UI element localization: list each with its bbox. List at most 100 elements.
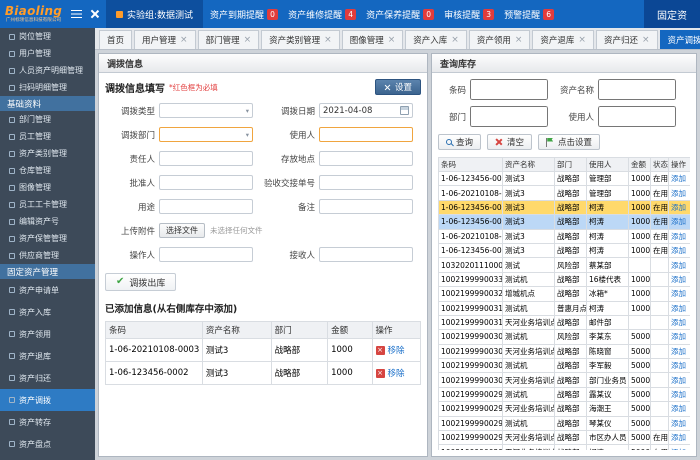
sidebar-item[interactable]: 资产盘点 bbox=[0, 433, 95, 455]
tab[interactable]: 资产领用 × bbox=[468, 30, 531, 49]
search-input[interactable] bbox=[598, 79, 676, 100]
tab[interactable]: 资产退库 × bbox=[532, 30, 594, 49]
tab-close-icon[interactable]: × bbox=[578, 35, 586, 45]
add-link[interactable]: 添加 bbox=[671, 275, 686, 284]
top-menu-item[interactable]: 资产到期提醒 0 bbox=[210, 8, 279, 21]
menu-icon[interactable] bbox=[71, 9, 82, 19]
date-input[interactable]: 2021-04-08 bbox=[319, 103, 413, 118]
tab[interactable]: 首页 bbox=[99, 30, 133, 49]
add-link[interactable]: 添加 bbox=[671, 448, 686, 450]
tab[interactable]: 资产归还 × bbox=[595, 30, 658, 49]
sidebar-item[interactable]: 资产调拨 bbox=[0, 389, 95, 411]
add-link[interactable]: 添加 bbox=[671, 390, 686, 399]
add-link[interactable]: 添加 bbox=[671, 419, 686, 428]
search-input[interactable] bbox=[470, 106, 548, 127]
search-input[interactable] bbox=[470, 79, 548, 100]
table-row[interactable]: 1002199990029 测试机 战略部 露某议 5000 添加 bbox=[438, 386, 690, 403]
add-link[interactable]: 添加 bbox=[671, 203, 686, 212]
search-input[interactable] bbox=[598, 106, 676, 127]
sidebar-item[interactable]: 员工管理 bbox=[0, 128, 95, 145]
form-input[interactable] bbox=[319, 175, 413, 190]
workspace-tab[interactable]: 实验组:数据测试 bbox=[106, 0, 204, 28]
sidebar-section-header[interactable]: 基础资料 bbox=[0, 96, 95, 111]
query-button[interactable]: 查询 bbox=[438, 134, 482, 150]
form-input[interactable] bbox=[319, 199, 413, 214]
tab-close-icon[interactable]: × bbox=[515, 35, 523, 45]
remove-button[interactable]: × 移除 bbox=[375, 367, 405, 379]
table-row[interactable]: 1002199990030 天河业务培训点 战略部 陈晓窗 5000 添加 bbox=[438, 343, 690, 360]
table-row[interactable]: 1002199990031 天河业务培训点 战略部 邮件部 添加 bbox=[438, 314, 690, 331]
table-row[interactable]: 1002199990029 天河业务培训点 战略部 海潮王 5000 添加 bbox=[438, 401, 690, 417]
table-row[interactable]: 1002199990029 天河业务培训点 战略部 市区办人员 5000 在用 添加 bbox=[438, 430, 690, 446]
table-row[interactable]: 1002199990029 测试机 战略部 琴某仪 5000 添加 bbox=[438, 415, 690, 432]
add-link[interactable]: 添加 bbox=[671, 261, 686, 270]
add-link[interactable]: 添加 bbox=[671, 246, 686, 255]
sidebar-item[interactable]: 资产申请单 bbox=[0, 279, 95, 301]
form-input[interactable] bbox=[159, 199, 253, 214]
sidebar-item[interactable]: 资产退库 bbox=[0, 345, 95, 367]
tab-close-icon[interactable]: × bbox=[324, 35, 332, 45]
close-icon[interactable] bbox=[89, 9, 99, 19]
sidebar-item[interactable]: 资产入库 bbox=[0, 301, 95, 323]
sidebar-item[interactable]: 资产领用 bbox=[0, 323, 95, 345]
table-row[interactable]: 1002199990033 测试机 战略部 16楼代表 1000 添加 bbox=[438, 271, 690, 288]
table-row[interactable]: 1-06-20210108-0 测试3 战略部 柯涛 1000 在用 添加 bbox=[438, 228, 690, 244]
add-link[interactable]: 添加 bbox=[671, 404, 686, 413]
tab[interactable]: 资产调拨 bbox=[659, 30, 700, 49]
sidebar-item[interactable]: 岗位管理 bbox=[0, 28, 95, 45]
tab[interactable]: 部门管理 × bbox=[197, 30, 260, 49]
sidebar-item[interactable]: 用户管理 bbox=[0, 45, 95, 62]
tab-close-icon[interactable]: × bbox=[451, 35, 459, 45]
table-row[interactable]: 1002199990030 测试机 风险部 李某东 5000 添加 bbox=[438, 329, 690, 345]
click-settings-button[interactable]: 点击设置 bbox=[538, 134, 601, 150]
table-row[interactable]: 10320201110007 测试 风险部 蔡某部 添加 bbox=[438, 257, 690, 273]
tab-close-icon[interactable]: × bbox=[180, 35, 188, 45]
sidebar-item[interactable]: 资产转存 bbox=[0, 411, 95, 433]
sidebar-section-header[interactable]: 固定资产管理 bbox=[0, 264, 95, 279]
tab-close-icon[interactable]: × bbox=[642, 35, 650, 45]
table-row[interactable]: 1-06-123456-000 测试3 战略部 柯涛 1000 在用 添加 bbox=[438, 242, 690, 259]
table-row[interactable]: 1-06-123456-000 测试3 战略部 管理部 1000 在用 添加 bbox=[438, 170, 690, 187]
sidebar-item[interactable]: 编辑资产号 bbox=[0, 213, 95, 230]
form-input[interactable] bbox=[319, 151, 413, 166]
add-link[interactable]: 添加 bbox=[671, 318, 686, 327]
transfer-out-button[interactable]: ✔ 调拨出库 bbox=[105, 273, 177, 291]
add-link[interactable]: 添加 bbox=[671, 232, 686, 241]
choose-file-button[interactable]: 选择文件 bbox=[159, 223, 205, 238]
form-select[interactable]: ▾ bbox=[159, 127, 253, 142]
form-select[interactable]: ▾ bbox=[159, 103, 253, 118]
sidebar-item[interactable]: 资产类别管理 bbox=[0, 145, 95, 162]
add-link[interactable]: 添加 bbox=[671, 217, 686, 226]
settings-button[interactable]: 设置 bbox=[374, 79, 421, 95]
table-row[interactable]: 1002199990032 增城机点 战略部 冰箱* 1000 添加 bbox=[438, 286, 690, 302]
form-input[interactable] bbox=[319, 127, 413, 142]
table-row[interactable]: 1002199990031 测试机 普惠月点 柯涛 1000 添加 bbox=[438, 300, 690, 316]
table-row[interactable]: 1-06-20210108-0 测试3 战略部 管理部 1000 在用 添加 bbox=[438, 185, 690, 201]
sidebar-item[interactable]: 供应商管理 bbox=[0, 247, 95, 264]
sidebar-item[interactable]: 仓库管理 bbox=[0, 162, 95, 179]
add-link[interactable]: 添加 bbox=[671, 347, 686, 356]
add-link[interactable]: 添加 bbox=[671, 174, 686, 183]
tab-close-icon[interactable]: × bbox=[244, 35, 252, 45]
sidebar-item[interactable]: 资产归还 bbox=[0, 367, 95, 389]
form-input[interactable] bbox=[319, 247, 413, 262]
sidebar-item[interactable]: 扫码明细管理 bbox=[0, 79, 95, 96]
table-row[interactable]: 1-06-123456-000 测试3 战略部 柯涛 1000 在用 添加 bbox=[438, 214, 690, 230]
add-link[interactable]: 添加 bbox=[671, 289, 686, 298]
tab[interactable]: 图像管理 × bbox=[341, 30, 404, 49]
top-menu-item[interactable]: 审核提醒 3 bbox=[444, 8, 495, 21]
table-row[interactable]: 1002199990030 天河业务培训点 战略部 部门业务员 5000 添加 bbox=[438, 372, 690, 388]
tab[interactable]: 资产入库 × bbox=[405, 30, 467, 49]
tab-close-icon[interactable]: × bbox=[388, 35, 396, 45]
top-menu-item[interactable]: 预警提醒 6 bbox=[504, 8, 555, 21]
form-input[interactable] bbox=[159, 151, 253, 166]
table-row[interactable]: 1002199990030 测试机 战略部 李军毅 5000 添加 bbox=[438, 358, 690, 374]
sidebar-item[interactable]: 员工工卡管理 bbox=[0, 196, 95, 213]
form-input[interactable] bbox=[159, 175, 253, 190]
table-row[interactable]: 1-06-123456-000 测试3 战略部 柯涛 1000 在用 添加 bbox=[438, 199, 690, 216]
sidebar-item[interactable]: 人员资产明细管理 bbox=[0, 62, 95, 79]
top-menu-item[interactable]: 资产维修提醒 4 bbox=[288, 8, 357, 21]
top-menu-item[interactable]: 资产保养提醒 0 bbox=[366, 8, 435, 21]
table-row[interactable]: 1002199990029天河业务培训点战略部柯涛5000在用添加 bbox=[438, 444, 690, 450]
add-link[interactable]: 添加 bbox=[671, 376, 686, 385]
